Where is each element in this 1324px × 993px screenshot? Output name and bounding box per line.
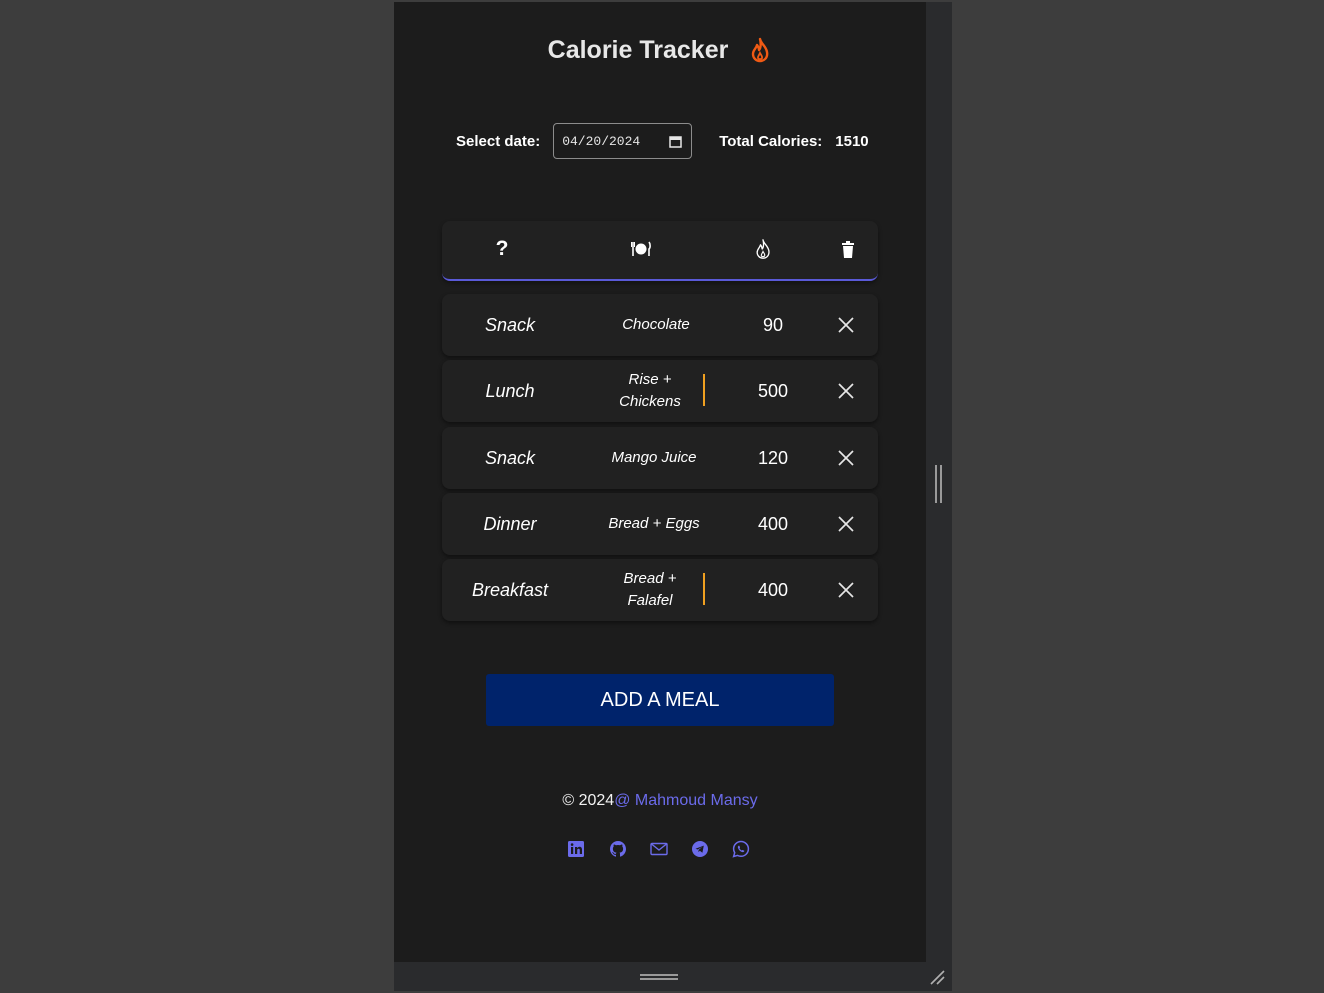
bottom-resize-handle[interactable]	[640, 972, 678, 982]
meal-row: Snack Mango Juice 120	[442, 427, 878, 489]
select-date-label: Select date:	[456, 132, 541, 150]
meal-type: Snack	[484, 314, 536, 335]
meal-food: Bread + Eggs	[608, 515, 700, 532]
total-calories-value: 1510	[835, 132, 869, 150]
delete-meal-button[interactable]	[838, 516, 854, 532]
meal-type: Snack	[484, 447, 536, 468]
date-input[interactable]: 04/20/2024	[553, 123, 693, 159]
date-toolbar: Select date: 04/20/2024 Total Calories: …	[456, 123, 876, 159]
meal-food: Rise + Chickens	[619, 371, 681, 410]
author-link[interactable]: @ Mahmoud Mansy	[614, 792, 757, 809]
meal-type: Lunch	[485, 380, 535, 401]
copyright-text: © 2024	[562, 792, 615, 809]
delete-meal-button[interactable]	[838, 317, 854, 333]
calendar-icon[interactable]	[669, 135, 682, 148]
flag-bar	[703, 573, 705, 605]
meal-calories: 90	[762, 314, 784, 335]
side-resize-handle[interactable]	[935, 465, 943, 503]
delete-meal-button[interactable]	[838, 383, 854, 399]
whatsapp-icon[interactable]	[731, 839, 751, 859]
bottom-resize-bar	[394, 962, 952, 991]
app-frame: Calorie Tracker Select date: 04/20/2024 …	[394, 2, 952, 991]
mail-icon[interactable]	[649, 839, 669, 859]
table-header: ?	[442, 221, 878, 281]
meal-food: Bread + Falafel	[623, 570, 677, 609]
meal-row: Lunch Rise + Chickens 500	[442, 360, 878, 422]
page-title: Calorie Tracker	[547, 35, 729, 64]
delete-meal-button[interactable]	[838, 450, 854, 466]
meal-type: Dinner	[483, 513, 537, 534]
meal-calories: 400	[757, 579, 789, 600]
meal-food: Mango Juice	[611, 449, 697, 466]
corner-resize-icon[interactable]	[928, 968, 946, 986]
flag-bar	[703, 374, 705, 406]
total-calories-label: Total Calories:	[719, 132, 823, 150]
linkedin-icon[interactable]	[566, 839, 586, 859]
delete-meal-button[interactable]	[838, 582, 854, 598]
meal-row: Dinner Bread + Eggs 400	[442, 493, 878, 555]
page-header: Calorie Tracker	[394, 33, 926, 67]
meal-row: Snack Chocolate 90	[442, 294, 878, 356]
meal-calories: 400	[757, 513, 789, 534]
meal-calories: 500	[757, 380, 789, 401]
question-mark-icon: ?	[495, 237, 509, 260]
github-icon[interactable]	[608, 839, 628, 859]
meal-food: Chocolate	[622, 316, 690, 333]
plate-cutlery-icon	[601, 221, 681, 277]
social-links	[566, 839, 756, 859]
footer-credit: © 2024@ Mahmoud Mansy	[394, 792, 926, 810]
date-value: 04/20/2024	[562, 133, 641, 149]
meal-type: Breakfast	[471, 579, 549, 600]
telegram-icon[interactable]	[690, 839, 710, 859]
app-container: Calorie Tracker Select date: 04/20/2024 …	[394, 2, 926, 962]
flame-icon	[723, 221, 803, 277]
meal-row: Breakfast Bread + Falafel 400	[442, 559, 878, 621]
trash-icon	[808, 221, 888, 277]
flame-icon	[748, 37, 772, 63]
add-meal-button[interactable]: ADD A MEAL	[486, 674, 834, 726]
meal-calories: 120	[757, 447, 789, 468]
